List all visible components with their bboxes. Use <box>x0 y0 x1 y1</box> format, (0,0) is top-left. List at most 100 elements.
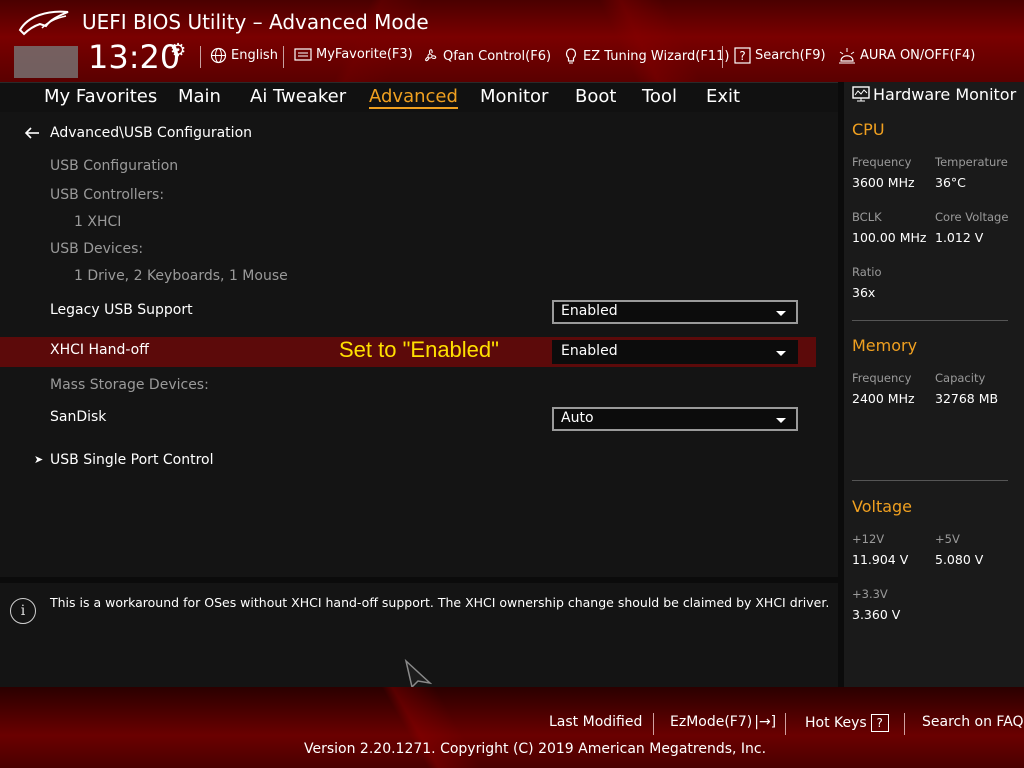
v5-label: +5V <box>935 532 960 546</box>
chevron-down-icon <box>776 351 786 356</box>
tab-main[interactable]: Main <box>178 86 221 107</box>
version-text: Version 2.20.1271. Copyright (C) 2019 Am… <box>304 741 767 757</box>
lightbulb-icon <box>565 48 577 64</box>
question-icon: ? <box>870 714 889 732</box>
chevron-down-icon <box>776 311 786 316</box>
chevron-right-icon: ➤ <box>34 453 44 466</box>
tab-boot[interactable]: Boot <box>575 86 616 107</box>
search-label: Search(F9) <box>755 48 826 63</box>
usb-controllers-value: 1 XHCI <box>74 214 122 230</box>
v33-value: 3.360 V <box>852 607 901 622</box>
info-icon: i <box>10 598 36 624</box>
favorite-list-icon <box>294 48 312 61</box>
usb-controllers-label: USB Controllers: <box>50 187 165 203</box>
qfan-control-button[interactable]: Qfan Control(F6) <box>421 47 551 65</box>
annotation-text: Set to "Enabled" <box>339 337 499 362</box>
back-arrow-icon[interactable] <box>24 126 40 140</box>
memory-frequency-value: 2400 MHz <box>852 391 915 406</box>
last-modified-button[interactable]: Last Modified <box>549 714 642 730</box>
hot-keys-label: Hot Keys <box>805 715 867 731</box>
cpu-frequency-value: 3600 MHz <box>852 175 915 190</box>
memory-heading: Memory <box>852 336 918 355</box>
myfavorite-button[interactable]: MyFavorite(F3) <box>294 47 413 62</box>
hardware-monitor-panel: Hardware Monitor CPU Frequency Temperatu… <box>844 82 1024 687</box>
sandisk-value: Auto <box>561 410 594 426</box>
tab-ai-tweaker[interactable]: Ai Tweaker <box>250 86 346 107</box>
hardware-monitor-title: Hardware Monitor <box>873 85 1017 104</box>
footer-divider <box>785 713 786 735</box>
memory-capacity-label: Capacity <box>935 371 986 385</box>
help-text: This is a workaround for OSes without XH… <box>50 595 830 610</box>
legacy-usb-support-value: Enabled <box>561 303 618 319</box>
ratio-label: Ratio <box>852 265 882 279</box>
svg-text:?: ? <box>739 49 745 63</box>
globe-icon <box>210 47 227 64</box>
language-button[interactable]: English <box>210 47 278 64</box>
qfan-label: Qfan Control(F6) <box>443 48 552 64</box>
app-title: UEFI BIOS Utility – Advanced Mode <box>82 10 429 34</box>
rog-logo-icon <box>18 10 69 36</box>
tab-monitor[interactable]: Monitor <box>480 86 548 107</box>
search-on-faq-button[interactable]: Search on FAQ <box>922 714 1024 730</box>
footer-divider <box>653 713 654 735</box>
header-divider <box>283 46 284 68</box>
aura-toggle-button[interactable]: AURA ON/OFF(F4) <box>838 47 975 64</box>
ez-tuning-label: EZ Tuning Wizard(F11) <box>583 48 730 64</box>
myfavorite-label: MyFavorite(F3) <box>316 47 413 62</box>
memory-capacity-value: 32768 MB <box>935 391 999 406</box>
usb-configuration-heading: USB Configuration <box>50 158 179 174</box>
mouse-cursor-icon <box>404 659 432 689</box>
search-button[interactable]: ? Search(F9) <box>734 47 826 64</box>
cpu-heading: CPU <box>852 120 885 139</box>
cpu-frequency-label: Frequency <box>852 155 912 169</box>
user-avatar-redacted <box>14 46 78 78</box>
fan-icon <box>425 49 437 62</box>
tab-advanced[interactable]: Advanced <box>369 86 458 109</box>
aura-light-icon <box>839 48 855 64</box>
core-voltage-label: Core Voltage <box>935 210 1009 224</box>
memory-frequency-label: Frequency <box>852 371 912 385</box>
last-modified-label: Last Modified <box>549 714 643 730</box>
core-voltage-value: 1.012 V <box>935 230 984 245</box>
sandisk-label: SanDisk <box>50 409 107 425</box>
mass-storage-label: Mass Storage Devices: <box>50 377 209 393</box>
top-header: UEFI BIOS Utility – Advanced Mode 13:20 … <box>0 0 1024 82</box>
legacy-usb-support-label: Legacy USB Support <box>50 302 193 318</box>
main-menu-bar: My Favorites Main Ai Tweaker Advanced Mo… <box>0 82 838 113</box>
cpu-temperature-label: Temperature <box>935 155 1008 169</box>
ezmode-button[interactable]: EzMode(F7) |→] <box>670 714 776 730</box>
ezmode-label: EzMode(F7) <box>670 714 753 730</box>
footer-divider <box>904 713 905 735</box>
legacy-usb-support-select[interactable]: Enabled <box>552 300 798 324</box>
sandisk-select[interactable]: Auto <box>552 407 798 431</box>
exit-arrow-icon: |→] <box>754 714 777 730</box>
bclk-value: 100.00 MHz <box>852 230 927 245</box>
breadcrumb[interactable]: Advanced\USB Configuration <box>50 125 252 141</box>
language-label: English <box>231 48 278 63</box>
help-search-icon: ? <box>734 47 751 64</box>
cpu-temperature-value: 36°C <box>935 175 966 190</box>
v33-label: +3.3V <box>852 587 888 601</box>
help-panel: i This is a workaround for OSes without … <box>0 583 838 689</box>
usb-devices-value: 1 Drive, 2 Keyboards, 1 Mouse <box>74 268 288 284</box>
ratio-value: 36x <box>852 285 876 300</box>
v5-value: 5.080 V <box>935 552 984 567</box>
xhci-handoff-value: Enabled <box>561 343 618 359</box>
footer-bar: Last Modified EzMode(F7) |→] Hot Keys ? … <box>0 687 1024 768</box>
tab-my-favorites[interactable]: My Favorites <box>44 86 157 107</box>
tab-tool[interactable]: Tool <box>642 86 677 107</box>
usb-devices-label: USB Devices: <box>50 241 144 257</box>
xhci-handoff-label: XHCI Hand-off <box>50 342 149 358</box>
gear-icon[interactable]: ⚙ <box>170 40 186 61</box>
voltage-heading: Voltage <box>852 497 913 516</box>
monitor-icon <box>852 86 870 102</box>
xhci-handoff-select[interactable]: Enabled <box>552 340 798 364</box>
hot-keys-button[interactable]: Hot Keys ? <box>805 714 889 732</box>
usb-single-port-control-link[interactable]: USB Single Port Control <box>50 452 214 468</box>
tab-exit[interactable]: Exit <box>706 86 740 107</box>
settings-panel: Advanced\USB Configuration USB Configura… <box>0 112 838 577</box>
ez-tuning-wizard-button[interactable]: EZ Tuning Wizard(F11) <box>563 47 729 65</box>
aura-label: AURA ON/OFF(F4) <box>860 48 976 63</box>
clock: 13:20 <box>88 38 181 76</box>
search-faq-label: Search on FAQ <box>922 714 1024 730</box>
